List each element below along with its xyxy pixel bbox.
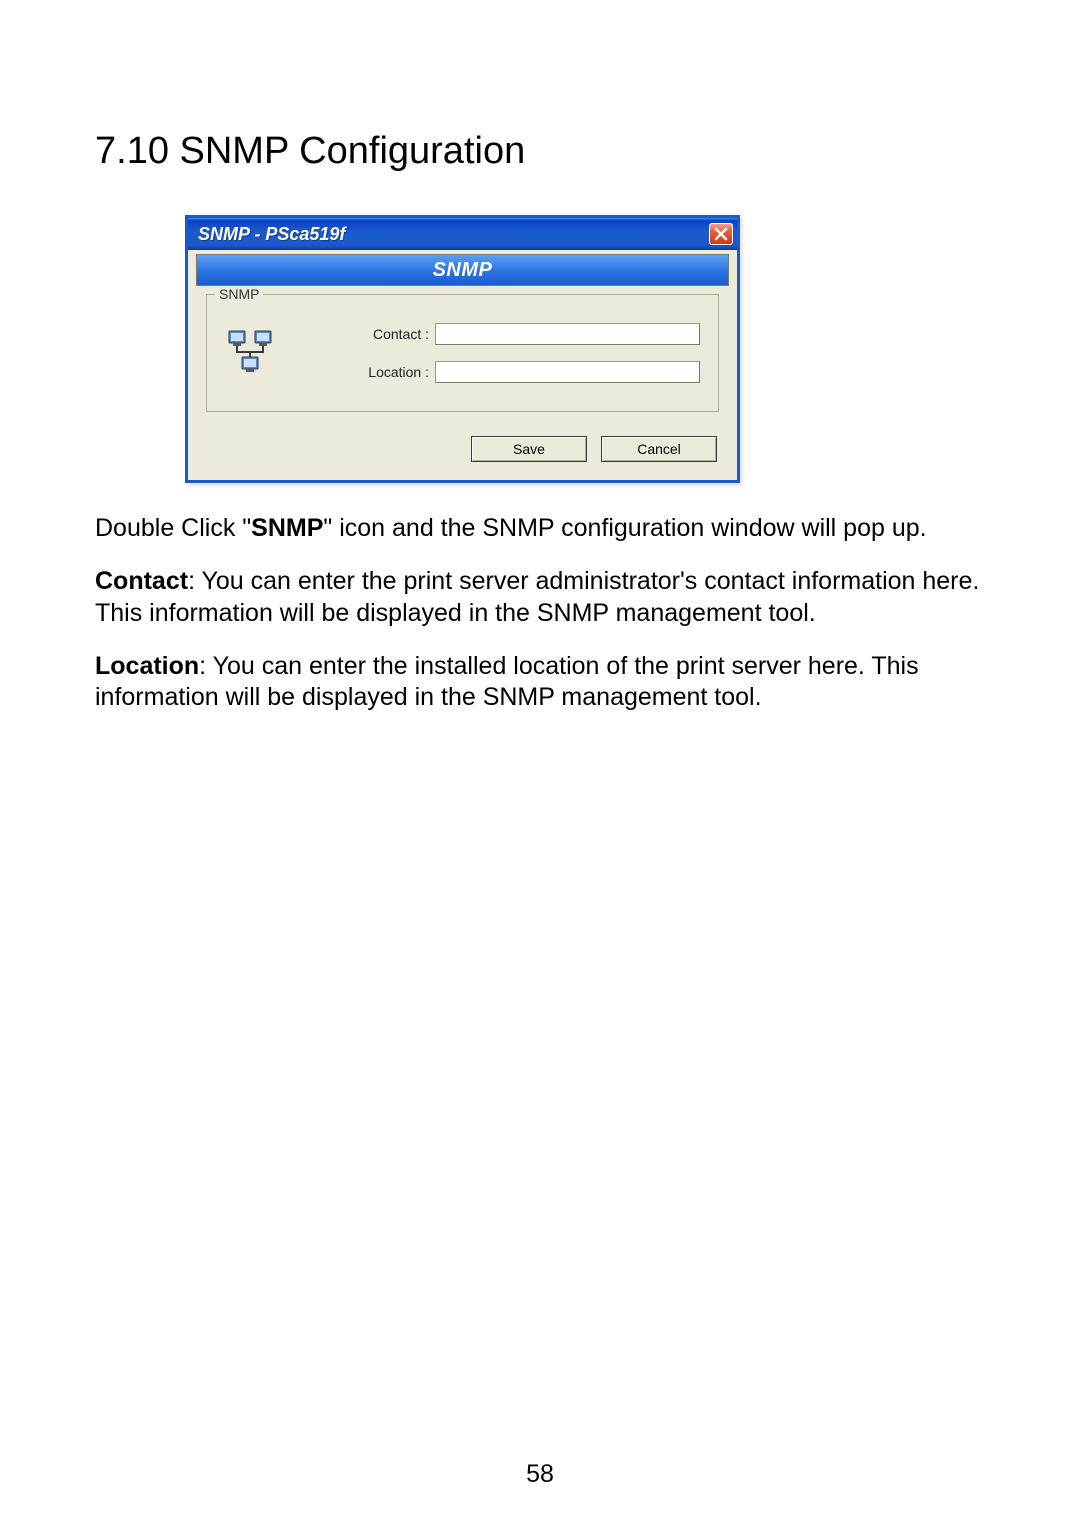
p2-bold: Contact [95, 567, 188, 595]
p1-pre: Double Click " [95, 514, 251, 542]
location-input[interactable] [435, 361, 700, 383]
p1-bold: SNMP [251, 514, 323, 542]
button-row: Save Cancel [188, 426, 737, 480]
paragraph-intro: Double Click "SNMP" icon and the SNMP co… [95, 513, 985, 544]
paragraph-location: Location: You can enter the installed lo… [95, 651, 985, 714]
p1-post: " icon and the SNMP configuration window… [323, 514, 926, 542]
close-icon [714, 227, 728, 241]
cancel-button[interactable]: Cancel [601, 436, 717, 462]
p3-rest: : You can enter the installed location o… [95, 652, 919, 711]
p2-rest: : You can enter the print server adminis… [95, 567, 979, 626]
save-button[interactable]: Save [471, 436, 587, 462]
contact-input[interactable] [435, 323, 700, 345]
window-title: SNMP - PSca519f [198, 224, 345, 245]
location-label: Location : [297, 364, 429, 380]
snmp-dialog: SNMP - PSca519f SNMP SNMP [185, 215, 740, 483]
section-heading: 7.10 SNMP Configuration [95, 130, 985, 173]
network-icon [225, 329, 275, 377]
tab-banner: SNMP [196, 254, 729, 286]
p3-bold: Location [95, 652, 199, 680]
banner-label: SNMP [433, 259, 493, 282]
paragraph-contact: Contact: You can enter the print server … [95, 566, 985, 629]
group-legend: SNMP [215, 286, 263, 302]
contact-row: Contact : [297, 323, 700, 345]
location-row: Location : [297, 361, 700, 383]
titlebar: SNMP - PSca519f [188, 218, 737, 250]
dialog-screenshot: SNMP - PSca519f SNMP SNMP [185, 215, 985, 483]
snmp-groupbox: SNMP [206, 294, 719, 412]
contact-label: Contact : [297, 326, 429, 342]
close-button[interactable] [709, 223, 733, 245]
page-number: 58 [0, 1460, 1080, 1489]
